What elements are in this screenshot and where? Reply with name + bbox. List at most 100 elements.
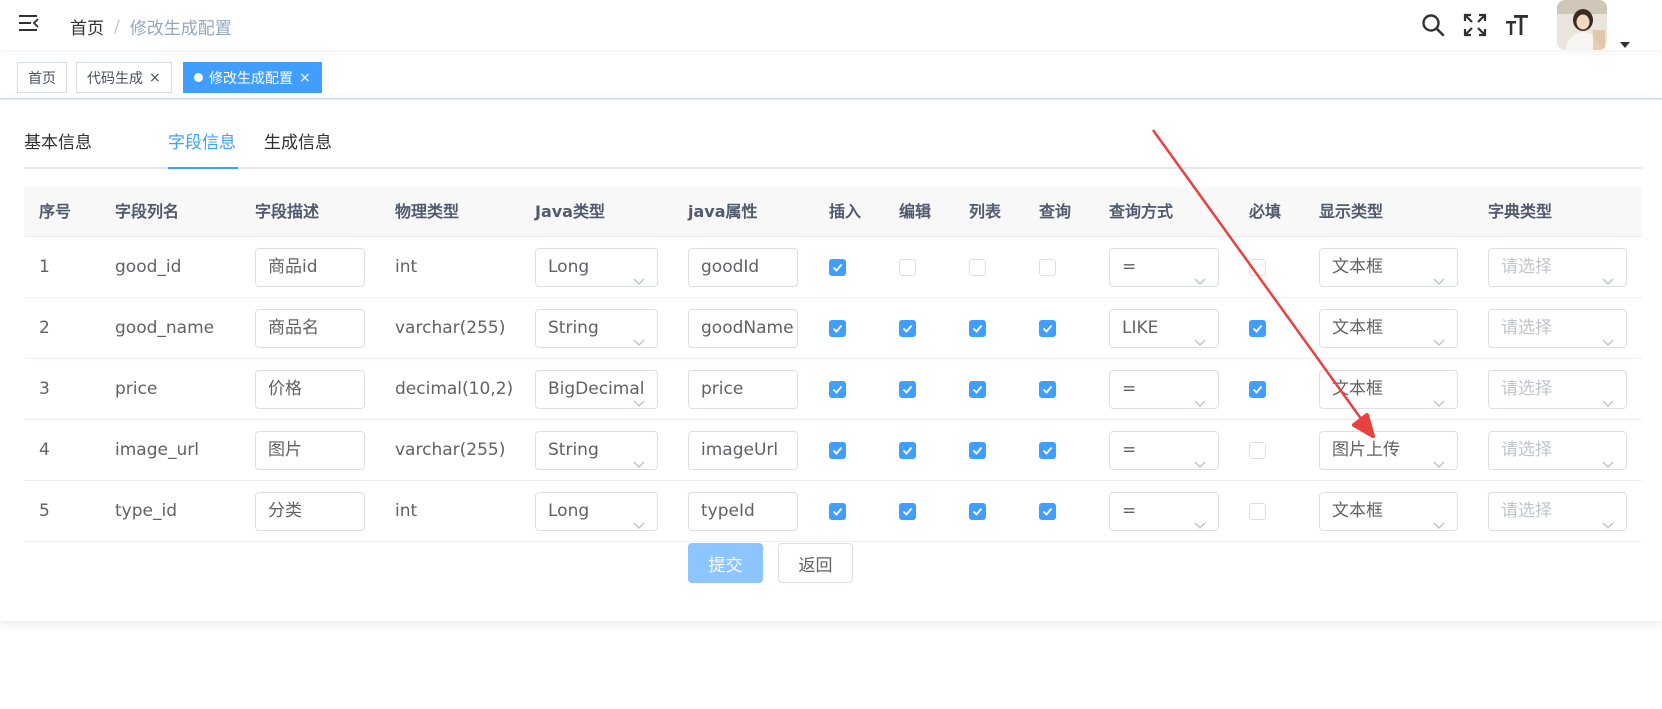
physical-type: varchar(255) [395, 318, 506, 338]
required-checkbox[interactable] [1249, 442, 1266, 459]
query-checkbox[interactable] [1039, 320, 1056, 337]
query-checkbox[interactable] [1039, 442, 1056, 459]
header-cell: 字段列名 [115, 202, 180, 221]
required-checkbox[interactable] [1249, 381, 1266, 398]
required-checkbox[interactable] [1249, 320, 1266, 337]
java-type-select[interactable]: Long [535, 248, 658, 287]
close-icon[interactable]: × [299, 71, 311, 85]
query-checkbox[interactable] [1039, 381, 1056, 398]
dict-type-select[interactable]: 请选择 [1488, 431, 1627, 470]
html-type-select[interactable]: 文本框 [1319, 309, 1458, 348]
chevron-down-icon [1433, 446, 1445, 469]
java-type-select[interactable]: Long [535, 492, 658, 531]
search-icon[interactable] [1420, 12, 1446, 38]
insert-checkbox[interactable] [829, 442, 846, 459]
edit-checkbox[interactable] [899, 320, 916, 337]
breadcrumb-current: 修改生成配置 [129, 19, 232, 39]
field-desc-input[interactable]: 商品id [255, 248, 365, 287]
java-type-select[interactable]: BigDecimal [535, 370, 658, 409]
header-cell: 物理类型 [395, 202, 460, 221]
required-checkbox[interactable] [1249, 503, 1266, 520]
required-checkbox[interactable] [1249, 259, 1266, 276]
tab-gen-info[interactable]: 生成信息 [264, 132, 332, 169]
dict-type-select[interactable]: 请选择 [1488, 248, 1627, 287]
row-index: 3 [39, 379, 50, 399]
active-dot-icon [194, 73, 203, 82]
java-type-select[interactable]: String [535, 309, 658, 348]
query-checkbox[interactable] [1039, 503, 1056, 520]
list-checkbox[interactable] [969, 503, 986, 520]
tag-edit-gen-config[interactable]: 修改生成配置 × [183, 62, 322, 93]
avatar[interactable] [1557, 0, 1607, 50]
java-field-input[interactable]: typeId [688, 492, 798, 531]
java-field-input[interactable]: goodName [688, 309, 798, 348]
select-value: 文本框 [1332, 257, 1383, 277]
html-type-select[interactable]: 文本框 [1319, 370, 1458, 409]
list-checkbox[interactable] [969, 442, 986, 459]
tag-label: 首页 [28, 70, 56, 87]
tab-basic-info[interactable]: 基本信息 [24, 132, 92, 169]
query-type-select[interactable]: = [1109, 492, 1219, 531]
table-row: 1 good_id 商品id int Long goodId = 文本框 请选择 [24, 237, 1642, 298]
caret-down-icon[interactable] [1620, 34, 1630, 48]
field-desc-input[interactable]: 图片 [255, 431, 365, 470]
html-type-select[interactable]: 图片上传 [1319, 431, 1458, 470]
table-row: 4 image_url 图片 varchar(255) String imageUrl = 图… [24, 420, 1642, 481]
chevron-down-icon [1602, 263, 1614, 286]
tabs: 基本信息 字段信息 生成信息 [24, 132, 1642, 169]
tag-home[interactable]: 首页 [17, 62, 67, 93]
header-cell: 序号 [39, 202, 72, 221]
tab-field-info[interactable]: 字段信息 [168, 132, 236, 169]
html-type-select[interactable]: 文本框 [1319, 248, 1458, 287]
dict-type-select[interactable]: 请选择 [1488, 370, 1627, 409]
select-placeholder: 请选择 [1501, 379, 1552, 399]
tag-code-gen[interactable]: 代码生成 × [76, 62, 172, 93]
insert-checkbox[interactable] [829, 503, 846, 520]
select-value: String [548, 440, 599, 460]
field-desc-input[interactable]: 分类 [255, 492, 365, 531]
query-type-select[interactable]: = [1109, 248, 1219, 287]
column-name: price [115, 379, 158, 399]
edit-checkbox[interactable] [899, 442, 916, 459]
java-field-input[interactable]: imageUrl [688, 431, 798, 470]
list-checkbox[interactable] [969, 320, 986, 337]
html-type-select[interactable]: 文本框 [1319, 492, 1458, 531]
list-checkbox[interactable] [969, 381, 986, 398]
list-checkbox[interactable] [969, 259, 986, 276]
query-checkbox[interactable] [1039, 259, 1056, 276]
tab-active-indicator [168, 167, 238, 169]
fullscreen-icon[interactable] [1462, 12, 1488, 38]
close-icon[interactable]: × [149, 71, 161, 85]
query-type-select[interactable]: = [1109, 370, 1219, 409]
physical-type: varchar(255) [395, 440, 506, 460]
font-size-icon[interactable] [1504, 12, 1530, 38]
java-field-input[interactable]: goodId [688, 248, 798, 287]
query-type-select[interactable]: = [1109, 431, 1219, 470]
chevron-down-icon [1194, 385, 1206, 408]
chevron-down-icon [633, 385, 645, 408]
table-header: 序号 字段列名 字段描述 物理类型 Java类型 java属性 插入 编辑 列表… [24, 187, 1642, 237]
java-type-select[interactable]: String [535, 431, 658, 470]
field-desc-input[interactable]: 价格 [255, 370, 365, 409]
column-name: type_id [115, 501, 177, 521]
select-value: 文本框 [1332, 501, 1383, 521]
submit-button[interactable]: 提交 [688, 543, 763, 583]
field-desc-input[interactable]: 商品名 [255, 309, 365, 348]
java-field-input[interactable]: price [688, 370, 798, 409]
chevron-down-icon [633, 446, 645, 469]
edit-checkbox[interactable] [899, 259, 916, 276]
insert-checkbox[interactable] [829, 381, 846, 398]
menu-fold-icon[interactable] [18, 12, 40, 34]
column-name: good_name [115, 318, 215, 338]
insert-checkbox[interactable] [829, 320, 846, 337]
chevron-down-icon [1433, 385, 1445, 408]
insert-checkbox[interactable] [829, 259, 846, 276]
edit-checkbox[interactable] [899, 503, 916, 520]
chevron-down-icon [1194, 263, 1206, 286]
back-button[interactable]: 返回 [778, 543, 853, 583]
edit-checkbox[interactable] [899, 381, 916, 398]
dict-type-select[interactable]: 请选择 [1488, 492, 1627, 531]
breadcrumb-home[interactable]: 首页 [70, 14, 104, 39]
dict-type-select[interactable]: 请选择 [1488, 309, 1627, 348]
query-type-select[interactable]: LIKE [1109, 309, 1219, 348]
